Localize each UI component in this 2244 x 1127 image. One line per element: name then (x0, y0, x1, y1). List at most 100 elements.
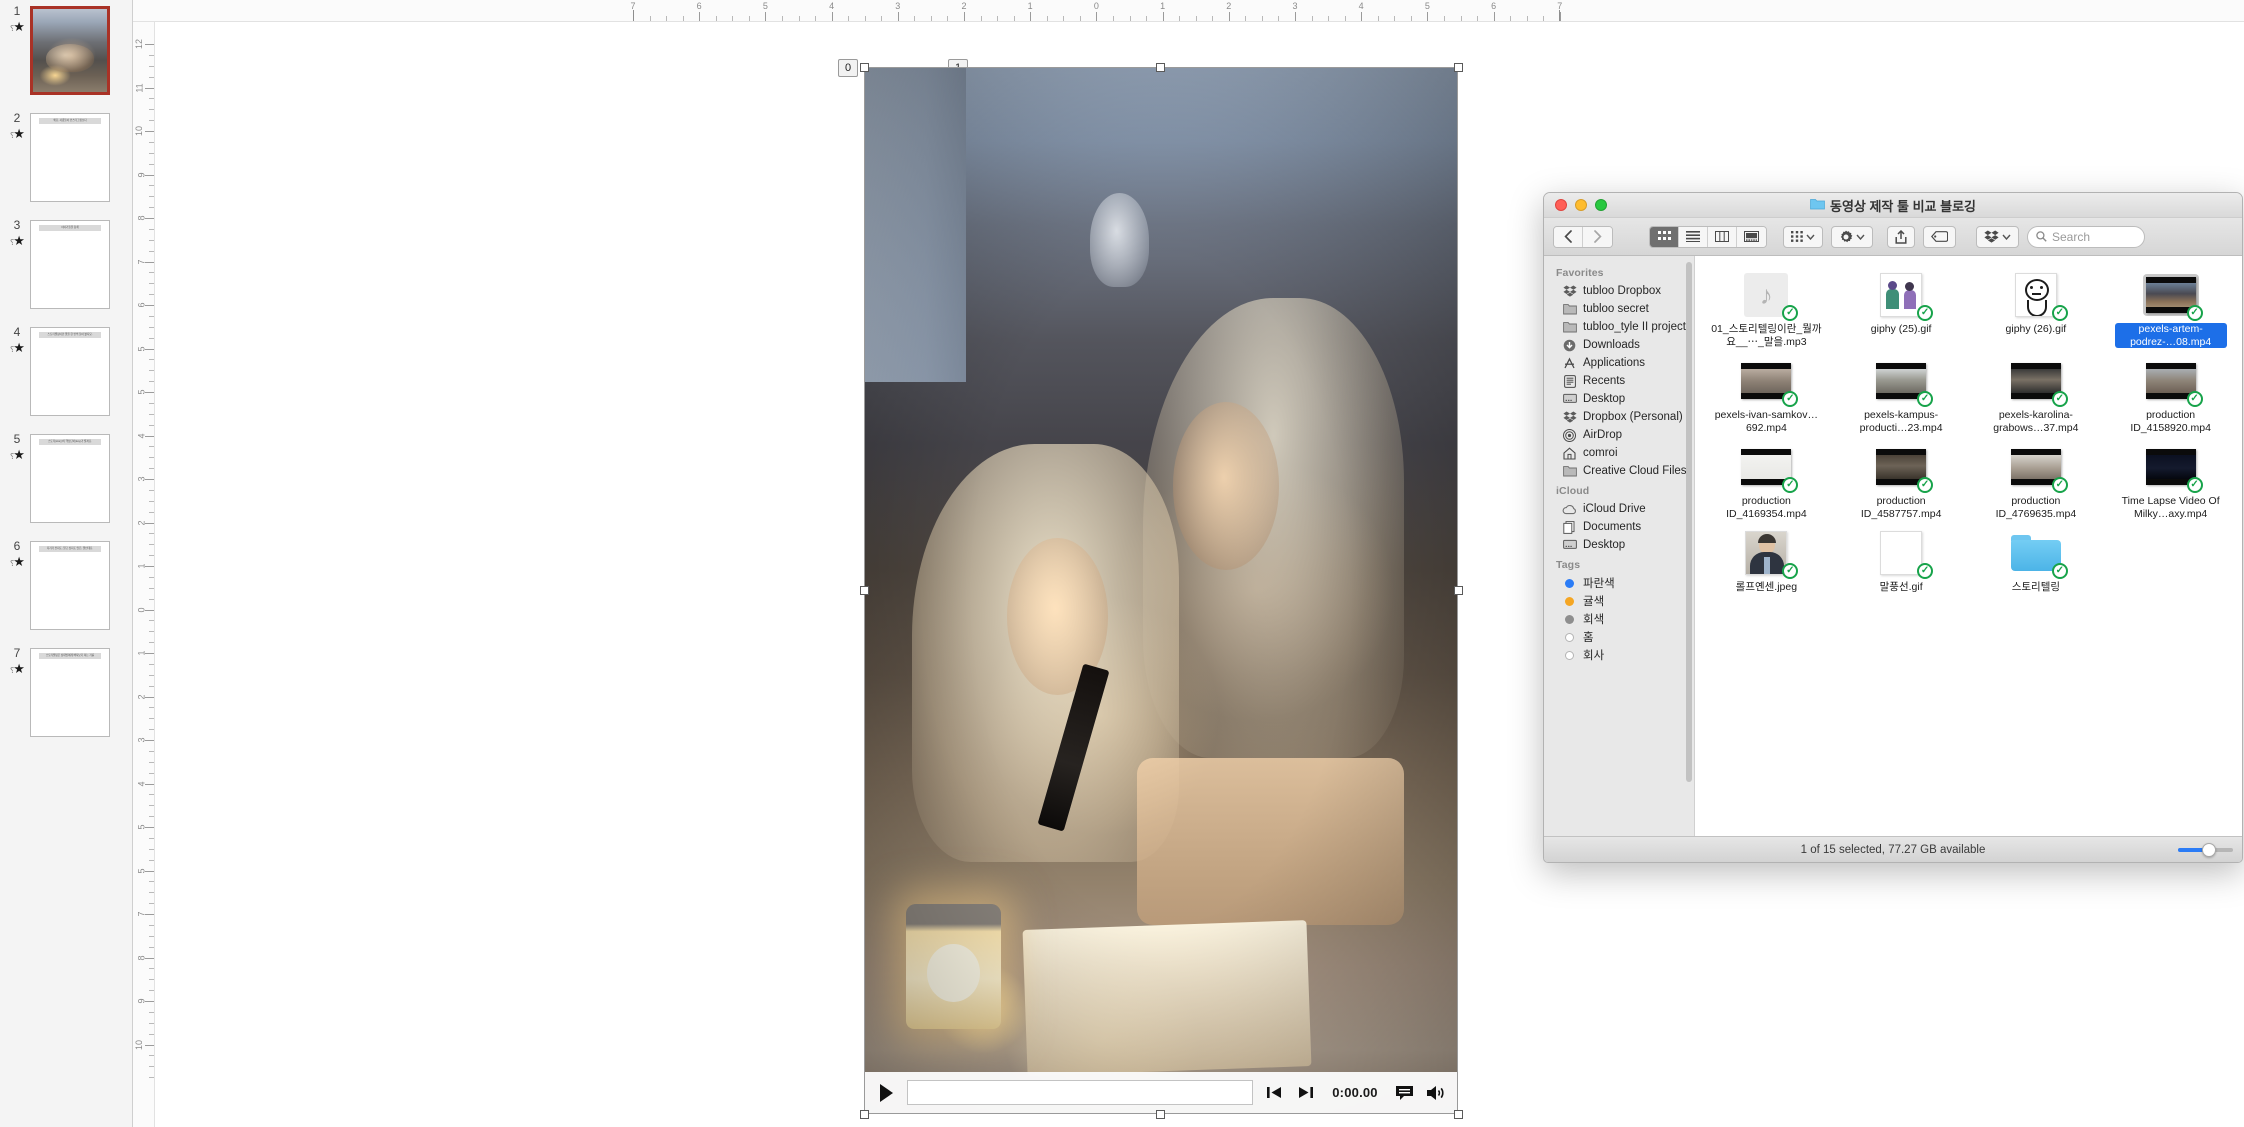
sidebar-item-downloads[interactable]: Downloads (1544, 336, 1694, 354)
animation-star-icon[interactable]: ⸮★ (4, 554, 30, 571)
file-name-label[interactable]: pexels-ivan-samkov…692.mp4 (1710, 409, 1822, 434)
slide-thumbnail-preview[interactable]: 자기가 믿지도, 알고 싶지도 않은, 말인데요. (30, 541, 110, 630)
sidebar-item-desktop[interactable]: Desktop (1544, 390, 1694, 408)
file-item[interactable]: ✓ giphy (26).gif (1969, 266, 2104, 352)
file-name-label[interactable]: 스토리텔링 (2012, 581, 2060, 594)
video-scrubber[interactable] (907, 1080, 1253, 1105)
file-name-label[interactable]: production ID_4587757.mp4 (1845, 495, 1957, 520)
file-name-label[interactable]: pexels-karolina-grabows…37.mp4 (1980, 409, 2092, 434)
finder-toolbar[interactable]: Search (1544, 218, 2242, 256)
file-item[interactable]: ✓ pexels-kampus-producti…23.mp4 (1834, 352, 1969, 438)
view-mode-buttons[interactable] (1649, 225, 1767, 248)
slide-thumbnail-5[interactable]: 5 ⸮★ 스토리(story)의 핵심단어(key)가 뭘까요. (0, 432, 132, 539)
sidebar-item-icloud-drive[interactable]: iCloud Drive (1544, 500, 1694, 518)
list-view-icon[interactable] (1679, 226, 1708, 247)
sidebar-item-desktop[interactable]: Desktop (1544, 536, 1694, 554)
file-item[interactable]: ✓ pexels-karolina-grabows…37.mp4 (1969, 352, 2104, 438)
tag-icon[interactable] (1923, 225, 1956, 248)
dropbox-icon[interactable] (1976, 225, 2019, 248)
file-name-label[interactable]: production ID_4769635.mp4 (1980, 495, 2092, 520)
file-item[interactable]: ✓ Time Lapse Video Of Milky…axy.mp4 (2103, 438, 2238, 524)
sidebar-item-creative-cloud-files[interactable]: Creative Cloud Files (1544, 462, 1694, 480)
resize-handle-top-center[interactable] (1156, 63, 1165, 72)
slide-thumbnail-preview[interactable] (30, 6, 110, 95)
slide-thumbnail-7[interactable]: 7 ⸮★ 스토리텔링은 상대방에게 빠져보기 하는 거를 (0, 646, 132, 753)
finder-titlebar[interactable]: 동영상 제작 툴 비교 블로깅 (1544, 193, 2242, 218)
gear-icon[interactable] (1831, 225, 1873, 248)
resize-handle-middle-left[interactable] (860, 586, 869, 595)
sidebar-item-tubloo-secret[interactable]: tubloo secret (1544, 300, 1694, 318)
resize-handle-top-left[interactable] (860, 63, 869, 72)
file-name-label[interactable]: 롤프옌센.jpeg (1736, 581, 1797, 594)
slide-thumbnail-preview[interactable]: 스토리텔링이란 말을 한 번씩 들어 봤지요. (30, 327, 110, 416)
animation-star-icon[interactable]: ⸮★ (4, 233, 30, 250)
file-name-label[interactable]: 말풍선.gif (1880, 581, 1923, 594)
finder-window[interactable]: 동영상 제작 툴 비교 블로깅 Search Favorites tubloo … (1543, 192, 2243, 863)
file-name-label[interactable]: pexels-artem-podrez-…08.mp4 (2114, 323, 2227, 348)
step-backward-icon[interactable] (1263, 1083, 1285, 1103)
file-item[interactable]: ✓ giphy (25).gif (1834, 266, 1969, 352)
file-item[interactable]: ✓ 스토리텔링 (1969, 524, 2104, 598)
slide-thumbnail-1[interactable]: 1 ⸮★ (0, 4, 132, 111)
column-view-icon[interactable] (1708, 226, 1737, 247)
sidebar-item-회사[interactable]: 회사 (1544, 646, 1694, 664)
volume-icon[interactable] (1425, 1083, 1447, 1103)
file-item[interactable]: ♪ ✓ 01_스토리텔링이란_뭘까요__⋯_말을.mp3 (1699, 266, 1834, 352)
file-name-label[interactable]: giphy (25).gif (1871, 323, 1932, 336)
file-item[interactable]: ✓ production ID_4169354.mp4 (1699, 438, 1834, 524)
video-playback-controls[interactable]: 0:00.00 (865, 1072, 1457, 1113)
file-item[interactable]: ✓ 말풍선.gif (1834, 524, 1969, 598)
file-name-label[interactable]: production ID_4158920.mp4 (2115, 409, 2227, 434)
icon-size-slider[interactable] (2178, 843, 2233, 857)
slide-thumbnail-preview[interactable]: 왜요, 사람들이 인스타그램보다 (30, 113, 110, 202)
file-icon-grid[interactable]: ♪ ✓ 01_스토리텔링이란_뭘까요__⋯_말을.mp3 ✓ giphy (25).gi… (1695, 256, 2242, 598)
resize-handle-bottom-left[interactable] (860, 1110, 869, 1119)
sidebar-item-tubloo-dropbox[interactable]: tubloo Dropbox (1544, 282, 1694, 300)
animation-star-icon[interactable]: ⸮★ (4, 447, 30, 464)
forward-button[interactable] (1583, 226, 1612, 247)
closed-caption-icon[interactable] (1393, 1083, 1415, 1103)
step-forward-icon[interactable] (1295, 1083, 1317, 1103)
file-item[interactable]: ✓ pexels-artem-podrez-…08.mp4 (2103, 266, 2238, 352)
file-name-label[interactable]: pexels-kampus-producti…23.mp4 (1845, 409, 1957, 434)
back-button[interactable] (1554, 226, 1583, 247)
resize-handle-top-right[interactable] (1454, 63, 1463, 72)
sidebar-item-comroi[interactable]: comroi (1544, 444, 1694, 462)
search-input[interactable]: Search (2027, 225, 2145, 248)
file-item[interactable]: ✓ production ID_4158920.mp4 (2103, 352, 2238, 438)
slide-thumbnail-preview[interactable]: 스토리텔링은 상대방에게 빠져보기 하는 거를 (30, 648, 110, 737)
file-name-label[interactable]: 01_스토리텔링이란_뭘까요__⋯_말을.mp3 (1710, 323, 1822, 348)
sidebar-item-tubloo-tyle-ii-project[interactable]: tubloo_tyle II project (1544, 318, 1694, 336)
slide-thumbnail-6[interactable]: 6 ⸮★ 자기가 믿지도, 알고 싶지도 않은, 말인데요. (0, 539, 132, 646)
sidebar-item-홈[interactable]: 홈 (1544, 628, 1694, 646)
slide-thumbnail-preview[interactable]: 이야기들을 통해 (30, 220, 110, 309)
slide-thumbnail-preview[interactable]: 스토리(story)의 핵심단어(key)가 뭘까요. (30, 434, 110, 523)
slide-thumbnail-2[interactable]: 2 ⸮★ 왜요, 사람들이 인스타그램보다 (0, 111, 132, 218)
resize-handle-bottom-right[interactable] (1454, 1110, 1463, 1119)
group-by-button[interactable] (1783, 225, 1823, 248)
slide-thumbnail-3[interactable]: 3 ⸮★ 이야기들을 통해 (0, 218, 132, 325)
sidebar-item-documents[interactable]: Documents (1544, 518, 1694, 536)
file-name-label[interactable]: production ID_4169354.mp4 (1710, 495, 1822, 520)
file-name-label[interactable]: giphy (26).gif (2006, 323, 2067, 336)
file-item[interactable]: ✓ production ID_4587757.mp4 (1834, 438, 1969, 524)
sidebar-item-recents[interactable]: Recents (1544, 372, 1694, 390)
file-item[interactable]: ✓ 롤프옌센.jpeg (1699, 524, 1834, 598)
play-button[interactable] (875, 1081, 897, 1105)
animation-star-icon[interactable]: ⸮★ (4, 661, 30, 678)
file-item[interactable]: ✓ production ID_4769635.mp4 (1969, 438, 2104, 524)
sidebar-item-회색[interactable]: 회색 (1544, 610, 1694, 628)
sidebar-item-파란색[interactable]: 파란색 (1544, 574, 1694, 592)
icon-view-icon[interactable] (1650, 226, 1679, 247)
slide-thumbnail-4[interactable]: 4 ⸮★ 스토리텔링이란 말을 한 번씩 들어 봤지요. (0, 325, 132, 432)
finder-sidebar[interactable]: Favorites tubloo Dropbox tubloo secret tubl… (1544, 256, 1695, 836)
sidebar-item-airdrop[interactable]: AirDrop (1544, 426, 1694, 444)
video-placeholder[interactable]: 0:00.00 (864, 67, 1458, 1114)
share-icon[interactable] (1887, 225, 1915, 248)
animation-star-icon[interactable]: ⸮★ (4, 340, 30, 357)
resize-handle-bottom-center[interactable] (1156, 1110, 1165, 1119)
file-item[interactable]: ✓ pexels-ivan-samkov…692.mp4 (1699, 352, 1834, 438)
gallery-view-icon[interactable] (1737, 226, 1766, 247)
sidebar-item-applications[interactable]: Applications (1544, 354, 1694, 372)
finder-file-area[interactable]: ♪ ✓ 01_스토리텔링이란_뭘까요__⋯_말을.mp3 ✓ giphy (25).gi… (1695, 256, 2242, 836)
